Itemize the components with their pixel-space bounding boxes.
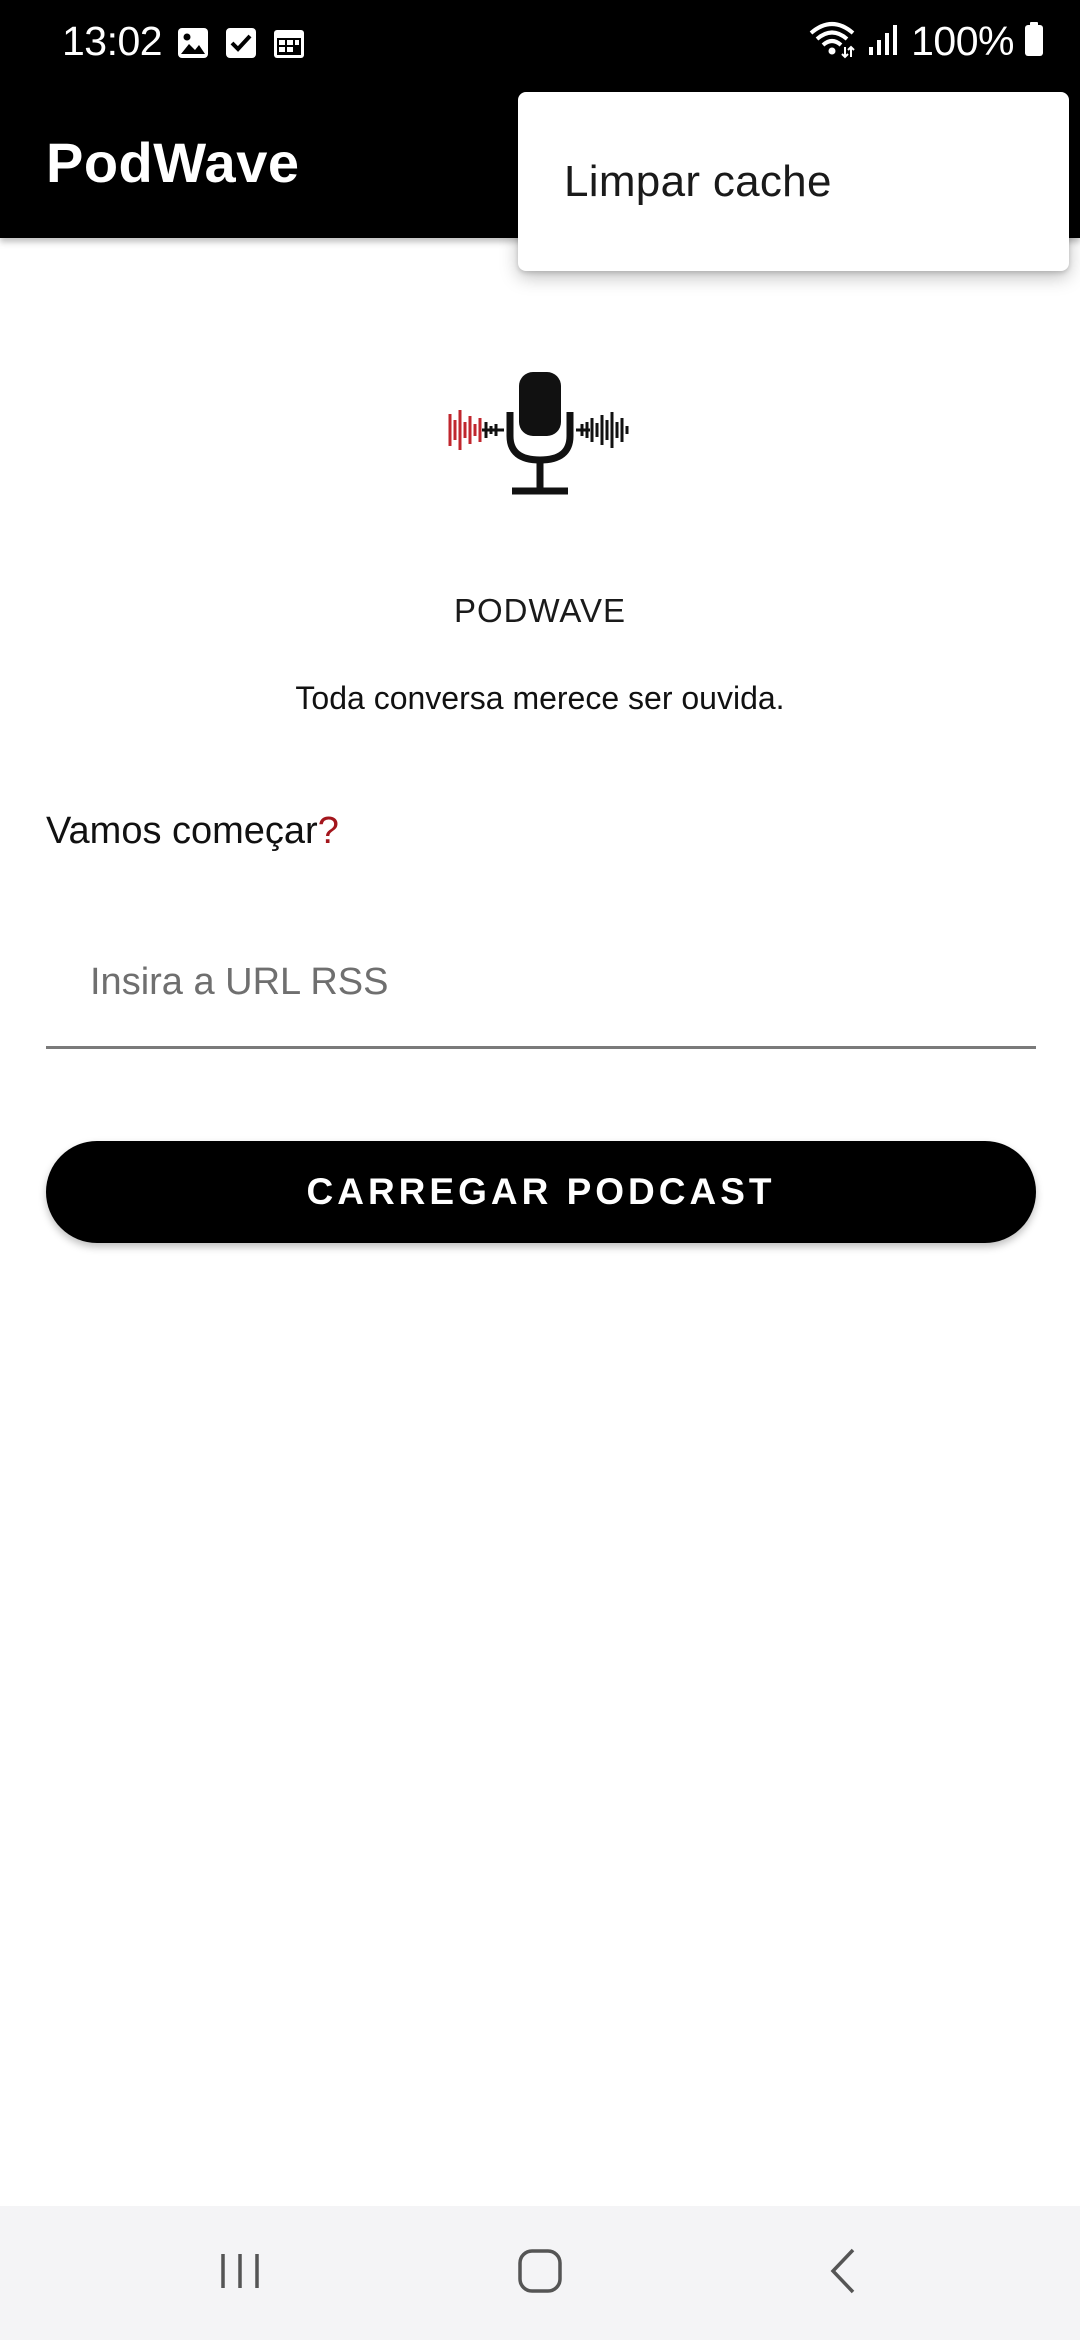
app-title: PodWave (46, 131, 300, 194)
wifi-icon (807, 19, 857, 64)
calendar-icon (272, 26, 306, 60)
load-podcast-button[interactable]: CARREGAR PODCAST (46, 1141, 1036, 1243)
battery-percentage: 100% (911, 18, 1014, 64)
check-box-icon (224, 26, 258, 60)
notification-icons (176, 26, 306, 60)
microphone-soundwave-logo (446, 360, 634, 502)
brand-name: PODWAVE (453, 592, 627, 629)
image-icon (176, 26, 210, 60)
start-prompt-question-mark: ? (317, 810, 339, 852)
signal-icon (867, 21, 901, 62)
recents-button[interactable] (180, 2228, 300, 2318)
rss-url-input[interactable] (46, 920, 1036, 1045)
status-time: 13:02 (62, 18, 163, 64)
rss-url-field (46, 920, 1036, 1049)
back-icon (819, 2246, 869, 2301)
overflow-menu: Limpar cache (518, 92, 1069, 271)
system-navigation-bar (0, 2206, 1080, 2340)
home-icon (515, 2246, 565, 2301)
status-right-group: 100% (807, 18, 1044, 65)
menu-item-clear-cache[interactable]: Limpar cache (518, 92, 1069, 271)
start-prompt: Vamos começar? (46, 810, 339, 853)
tagline: Toda conversa merece ser ouvida. (295, 680, 785, 716)
battery-icon (1024, 21, 1044, 62)
start-prompt-text: Vamos começar (46, 810, 318, 852)
status-bar: 13:02 100% (0, 0, 1080, 88)
recents-icon (215, 2246, 265, 2301)
home-button[interactable] (480, 2228, 600, 2318)
back-button[interactable] (784, 2228, 904, 2318)
rss-url-underline (46, 1046, 1036, 1049)
